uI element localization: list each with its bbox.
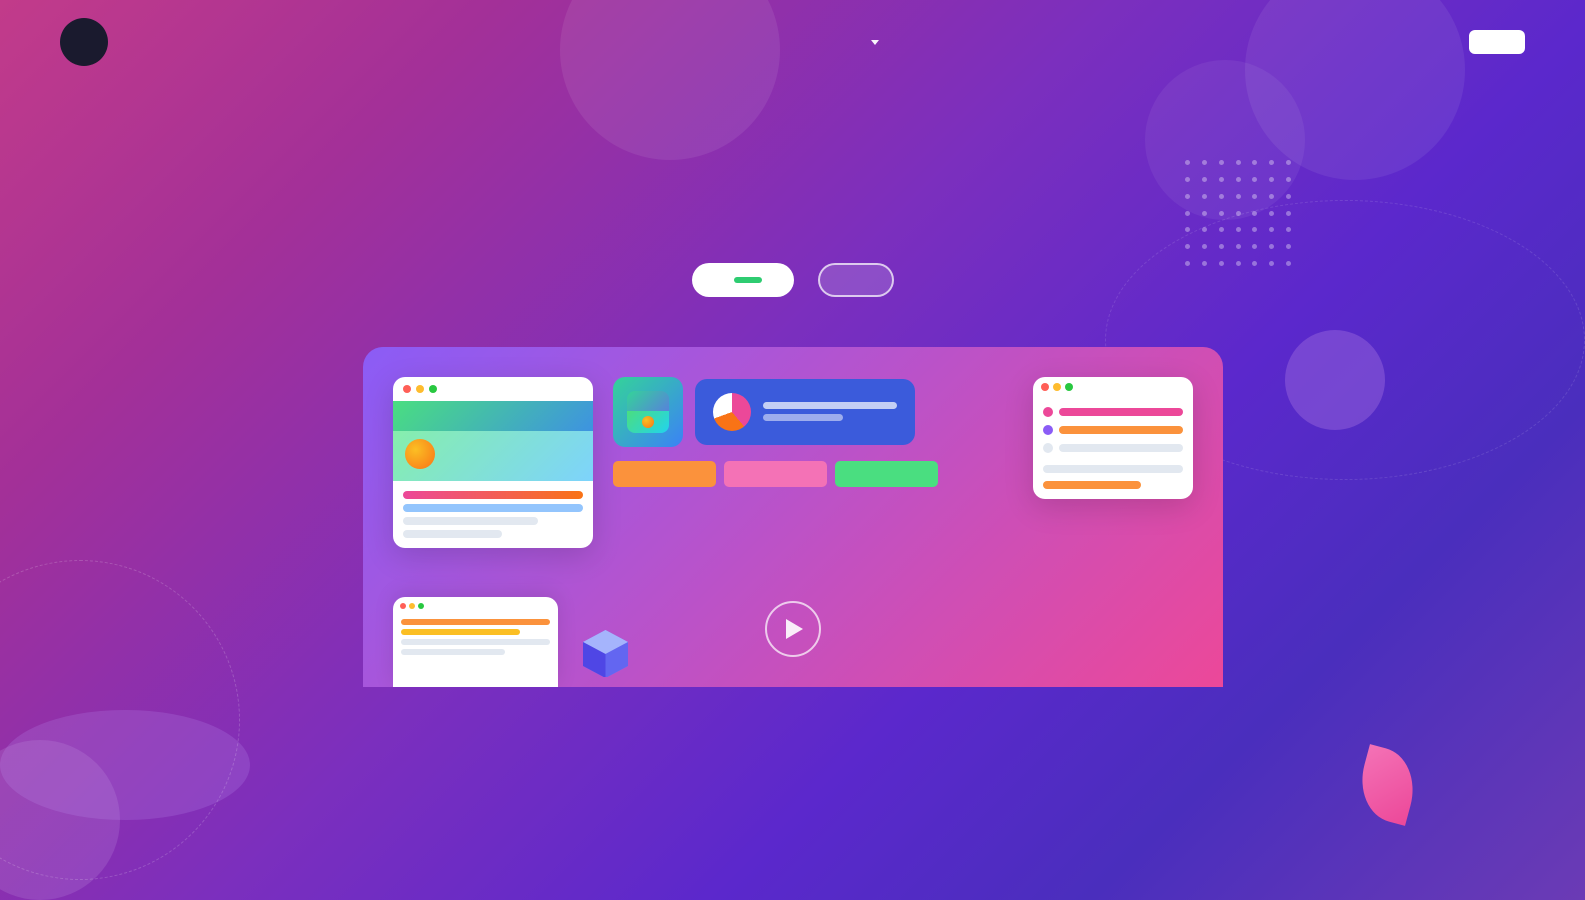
landscape-icon	[627, 391, 669, 433]
dashboard-preview	[363, 347, 1223, 687]
rw-dot-red	[1041, 383, 1049, 391]
bw-sm-line-4	[401, 649, 505, 655]
chevron-down-icon	[871, 40, 879, 45]
rw-lines	[1033, 397, 1193, 499]
pie-chart	[713, 393, 751, 431]
bw-dot-y	[409, 603, 415, 609]
rw-bar-bottom-2	[1043, 481, 1141, 489]
bottom-widget-1	[393, 597, 558, 687]
rw-row-2	[1043, 425, 1183, 435]
hero-section	[0, 84, 1585, 687]
line-blue-1	[403, 504, 583, 512]
logo[interactable]	[60, 18, 116, 66]
top-icon-row	[613, 377, 939, 447]
bw-line-short	[763, 414, 843, 421]
hero-buttons	[0, 263, 1585, 297]
bw-sm-line-2	[401, 629, 520, 635]
bw-sm-line-3	[401, 639, 550, 645]
nav-link-get-help[interactable]	[867, 39, 879, 45]
rw-circle-pink	[1043, 407, 1053, 417]
rw-row-3	[1043, 443, 1183, 453]
rw-circle-purple	[1043, 425, 1053, 435]
dot-green	[429, 385, 437, 393]
bw-dot-r	[400, 603, 406, 609]
bw-sm-line-1	[401, 619, 550, 625]
nav-item-get-help[interactable]	[867, 39, 879, 45]
nav-links	[707, 39, 879, 45]
cube-3d-icon	[578, 622, 633, 677]
widget-middle	[613, 377, 939, 487]
mini-button-row	[613, 461, 939, 487]
bw-dot-g	[418, 603, 424, 609]
play-button[interactable]	[765, 601, 821, 657]
rw-dot-yellow	[1053, 383, 1061, 391]
line-gray	[403, 517, 538, 525]
card-image-circle	[405, 439, 435, 469]
rw-bar-bottom	[1043, 465, 1183, 473]
dot-red	[403, 385, 411, 393]
big-widget-blue	[695, 379, 915, 445]
hero-title	[443, 144, 1143, 227]
pricing-plan-button[interactable]	[1469, 30, 1525, 54]
big-widget-lines	[763, 402, 897, 421]
mini-btn-green	[835, 461, 938, 487]
pro-badge	[734, 277, 762, 283]
rw-bar-orange	[1059, 426, 1183, 434]
bw-sm-header-1	[393, 603, 558, 614]
card-lines	[393, 481, 593, 548]
rw-header	[1033, 377, 1193, 397]
rw-bar-pink	[1059, 408, 1183, 416]
mini-btn-pink	[724, 461, 827, 487]
widget-card-left	[393, 377, 593, 548]
widget-card-right	[1033, 377, 1193, 499]
bw-sm-lines-1	[393, 614, 558, 660]
dashboard-inner	[393, 377, 1193, 548]
purchase-button[interactable]	[692, 263, 794, 297]
line-pink	[403, 491, 583, 499]
card-header	[393, 377, 593, 401]
bw-line-full	[763, 402, 897, 409]
dot-yellow	[416, 385, 424, 393]
logo-icon	[60, 18, 108, 66]
mini-btn-orange	[613, 461, 716, 487]
card-image	[393, 401, 593, 481]
rw-bar-gray	[1059, 444, 1183, 452]
line-gray-short	[403, 530, 502, 538]
navigation	[0, 0, 1585, 84]
check-demo-button[interactable]	[818, 263, 894, 297]
play-icon	[786, 619, 803, 639]
rw-dot-green	[1065, 383, 1073, 391]
icon-card-green	[613, 377, 683, 447]
rw-row-1	[1043, 407, 1183, 417]
rw-circle-gray	[1043, 443, 1053, 453]
